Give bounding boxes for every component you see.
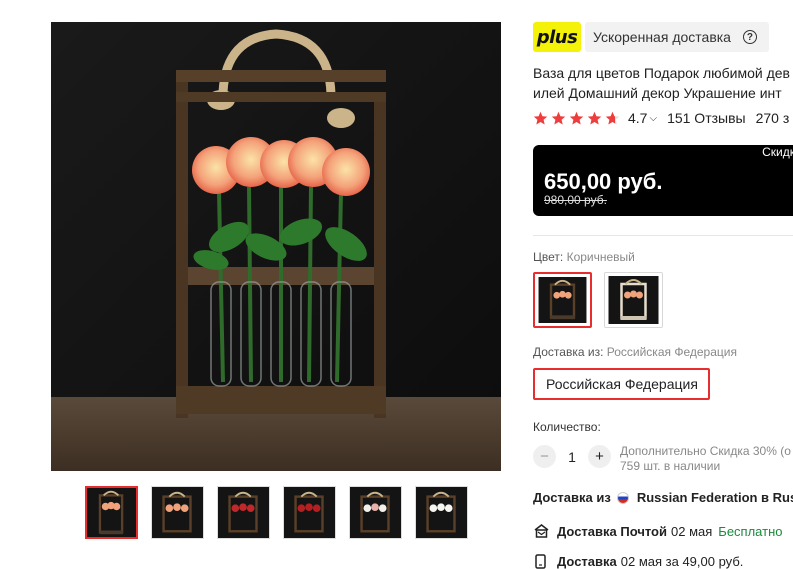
phone-delivery-icon	[533, 553, 549, 569]
vase-photo	[51, 22, 501, 471]
color-label-text: Цвет:	[533, 250, 564, 264]
rating-stars	[533, 111, 620, 126]
delivery-option-courier: Доставка 02 мая за 49,00 руб.	[533, 553, 743, 569]
reviews-count[interactable]: 151 Отзывы	[667, 110, 746, 126]
thumbnail-1[interactable]	[85, 486, 138, 539]
ship-from-label-text: Доставка из:	[533, 345, 604, 359]
color-option-white-wash[interactable]	[604, 272, 663, 328]
quantity-plus-button[interactable]: +	[588, 445, 611, 468]
quantity-value[interactable]: 1	[556, 449, 588, 465]
question-circle-icon[interactable]: ?	[742, 30, 757, 44]
star-icon	[569, 111, 584, 124]
old-price: 980,00 руб.	[544, 193, 607, 207]
quantity-stepper: − 1 +	[533, 445, 611, 468]
courier-delivery-info: 02 мая за 49,00 руб.	[620, 553, 744, 569]
delivery-from-label: Доставка из	[533, 490, 611, 505]
thumbnail-5[interactable]	[349, 486, 402, 539]
rating-value[interactable]: 4.7	[628, 110, 647, 126]
color-variants	[533, 272, 663, 328]
thumbnail-6[interactable]	[415, 486, 468, 539]
color-value: Коричневый	[566, 250, 635, 264]
price-block: Скидк 650,00 руб. 980,00 руб.	[533, 145, 793, 216]
stock-note: 759 шт. в наличии	[620, 459, 721, 473]
thumbnail-strip	[85, 486, 468, 539]
ship-from-label: Доставка из: Российская Федерация	[533, 345, 737, 359]
plus-badge-row: plus Ускоренная доставка ?	[533, 22, 769, 52]
plus-logo: plus	[533, 22, 581, 52]
fast-delivery-label: Ускоренная доставка	[593, 29, 731, 45]
product-title-line-2: илей Домашний декор Украшение инт	[533, 85, 782, 101]
star-icon	[533, 111, 548, 124]
star-icon	[551, 111, 566, 124]
delivery-option-post: Доставка Почтой 02 мая Бесплатно	[533, 523, 782, 539]
chevron-down-icon[interactable]: ⌵	[649, 113, 657, 124]
star-icon	[605, 111, 620, 124]
quantity-label: Количество:	[533, 420, 601, 434]
thumbnail-2[interactable]	[151, 486, 204, 539]
main-product-image[interactable]	[51, 22, 501, 471]
star-icon	[587, 111, 602, 124]
quantity-note: Дополнительно Скидка 30% (о 759 шт. в на…	[620, 444, 793, 474]
ship-from-option-russia[interactable]: Российская Федерация	[533, 368, 710, 400]
color-label: Цвет: Коричневый	[533, 250, 635, 264]
ship-from-value: Российская Федерация	[606, 345, 737, 359]
russia-flag-icon	[616, 491, 629, 504]
post-office-icon	[533, 523, 549, 539]
post-delivery-price: Бесплатно	[718, 523, 783, 539]
fast-delivery-badge[interactable]: Ускоренная доставка ?	[585, 22, 769, 52]
delivery-from: Доставка из Russian Federation в Russ	[533, 490, 793, 505]
product-title: Ваза для цветов Подарок любимой дев илей…	[533, 63, 793, 103]
divider	[533, 235, 793, 236]
courier-delivery-title: Доставка	[557, 553, 617, 569]
post-delivery-date: 02 мая	[671, 523, 713, 539]
delivery-from-country: Russian Federation в Russ	[636, 490, 793, 505]
current-price: 650,00 руб.	[544, 169, 663, 194]
thumbnail-3[interactable]	[217, 486, 270, 539]
color-option-dark-brown[interactable]	[533, 272, 592, 328]
extra-discount-note: Дополнительно Скидка 30% (о	[620, 444, 791, 458]
product-title-line-1: Ваза для цветов Подарок любимой дев	[533, 65, 790, 81]
thumbnail-4[interactable]	[283, 486, 336, 539]
orders-count: 270 з	[755, 110, 790, 126]
discount-label: Скидк	[762, 145, 793, 159]
post-delivery-title: Доставка Почтой	[557, 523, 667, 539]
quantity-minus-button[interactable]: −	[533, 445, 556, 468]
rating-row: 4.7 ⌵ 151 Отзывы 270 з	[533, 110, 789, 126]
